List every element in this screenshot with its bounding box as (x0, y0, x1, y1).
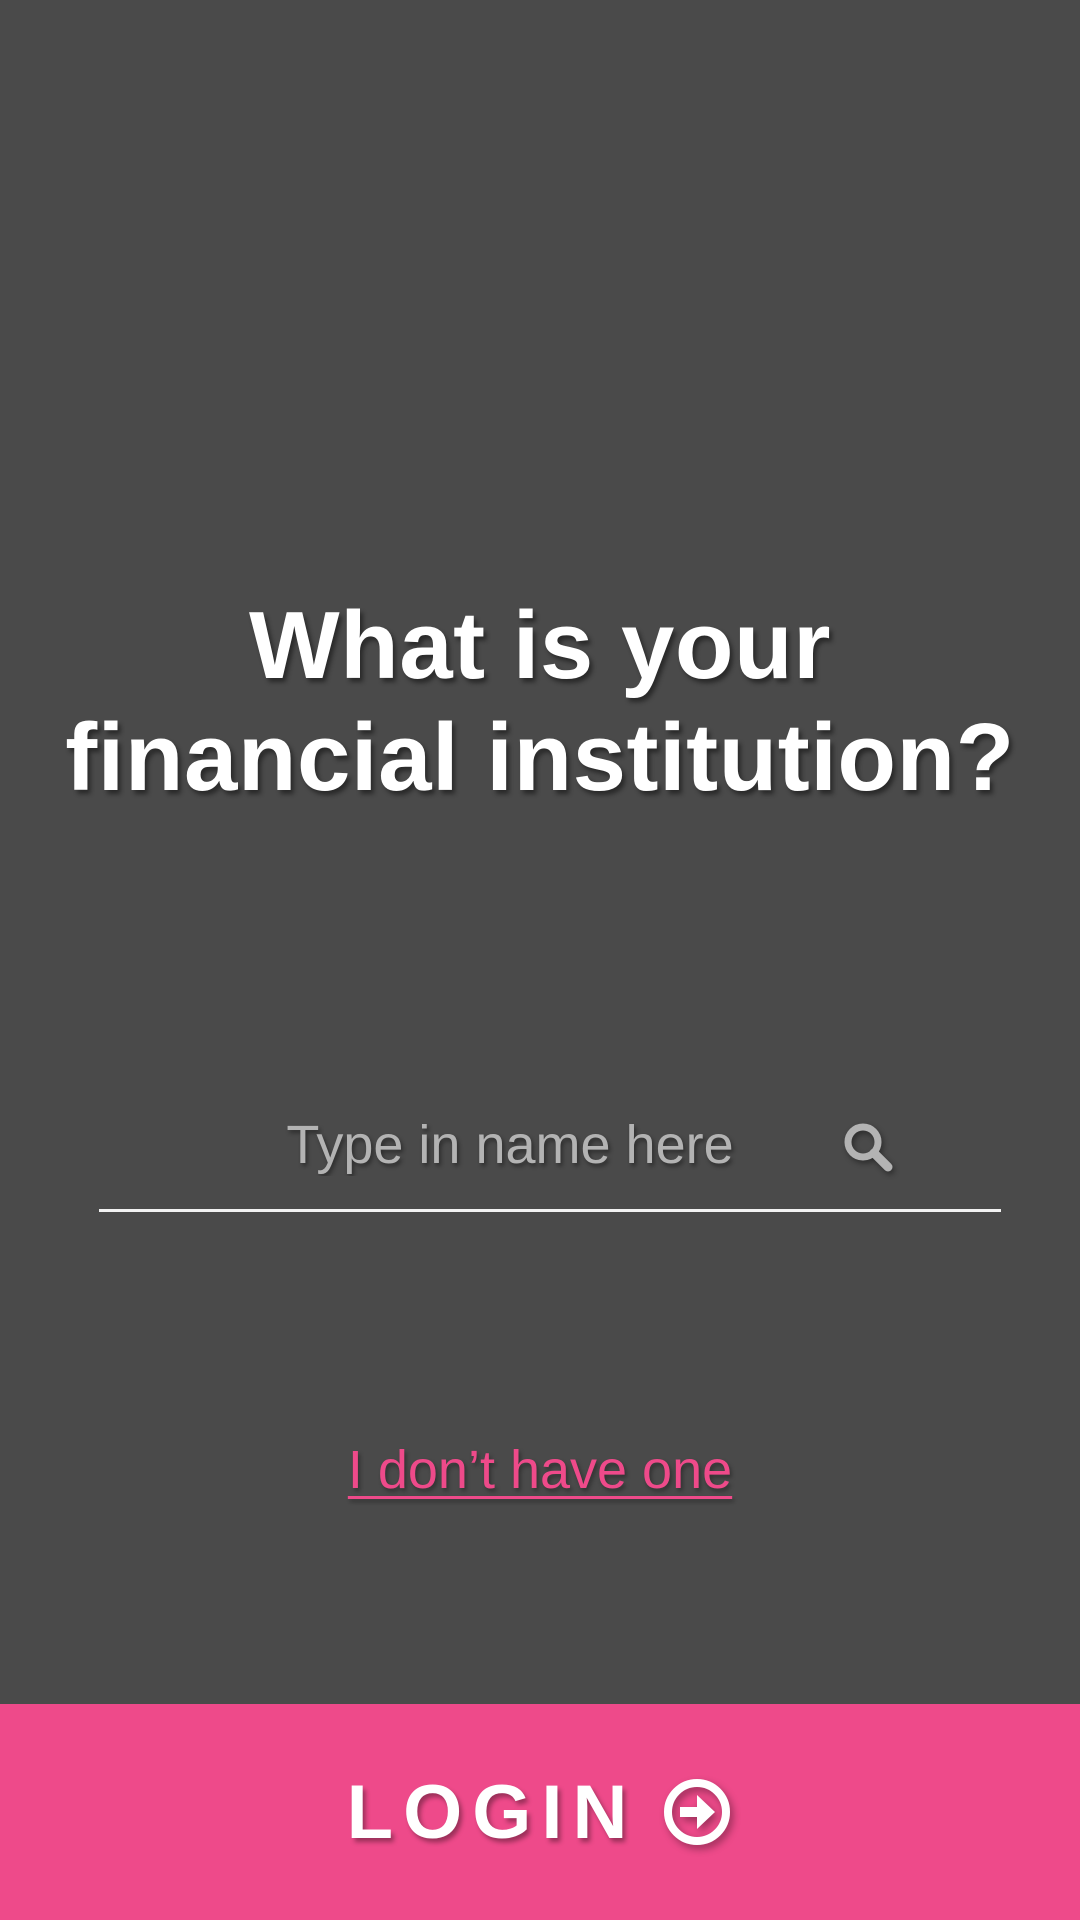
arrow-circle-right-icon (664, 1779, 731, 1845)
bank-selection-screen: What is your financial institution? I do… (0, 0, 1080, 1920)
page-title: What is your financial institution? (0, 590, 1080, 814)
search-icon[interactable] (840, 1119, 896, 1175)
no-institution-link[interactable]: I don’t have one (348, 1440, 732, 1500)
no-institution-link-row: I don’t have one (0, 1438, 1080, 1502)
title-line-2: financial institution? (65, 704, 1015, 811)
title-line-1: What is your (248, 592, 832, 699)
login-button[interactable]: LOGIN (0, 1704, 1080, 1920)
institution-search-field (99, 1100, 1001, 1212)
login-label: LOGIN (346, 1769, 638, 1855)
